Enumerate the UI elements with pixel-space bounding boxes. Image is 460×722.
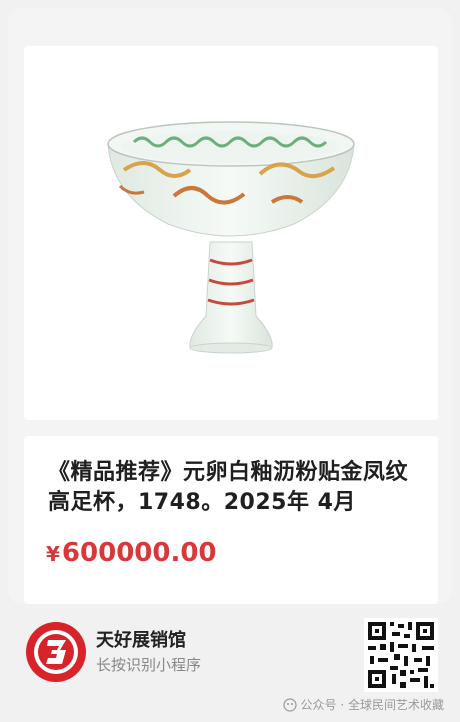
product-card[interactable]: 《精品推荐》元卵白釉沥粉贴金凤纹高足杯，1748。2025年 4月 ¥ 6000… xyxy=(8,8,452,604)
price-value: 600000.00 xyxy=(61,538,217,568)
app-name[interactable]: 天好展销馆 xyxy=(96,626,186,652)
product-info: 《精品推荐》元卵白釉沥粉贴金凤纹高足杯，1748。2025年 4月 ¥ 6000… xyxy=(24,436,438,604)
stem-cup-illustration xyxy=(107,121,355,354)
currency-symbol: ¥ xyxy=(46,542,60,566)
product-image[interactable] xyxy=(24,46,438,420)
mini-program-footer[interactable]: 天好展销馆 长按识别小程序 公众号 · 全球民间艺术收藏 xyxy=(0,604,460,722)
watermark: 公众号 · 全球民间艺术收藏 xyxy=(282,696,444,713)
qr-code-icon[interactable] xyxy=(364,618,438,692)
product-price: ¥ 600000.00 xyxy=(46,538,217,568)
app-logo-icon[interactable] xyxy=(24,620,88,684)
wechat-official-account-icon xyxy=(282,697,297,712)
long-press-hint: 长按识别小程序 xyxy=(96,656,202,674)
watermark-text: 公众号 · 全球民间艺术收藏 xyxy=(300,698,444,712)
product-title: 《精品推荐》元卵白釉沥粉贴金凤纹高足杯，1748。2025年 4月 xyxy=(48,460,409,515)
